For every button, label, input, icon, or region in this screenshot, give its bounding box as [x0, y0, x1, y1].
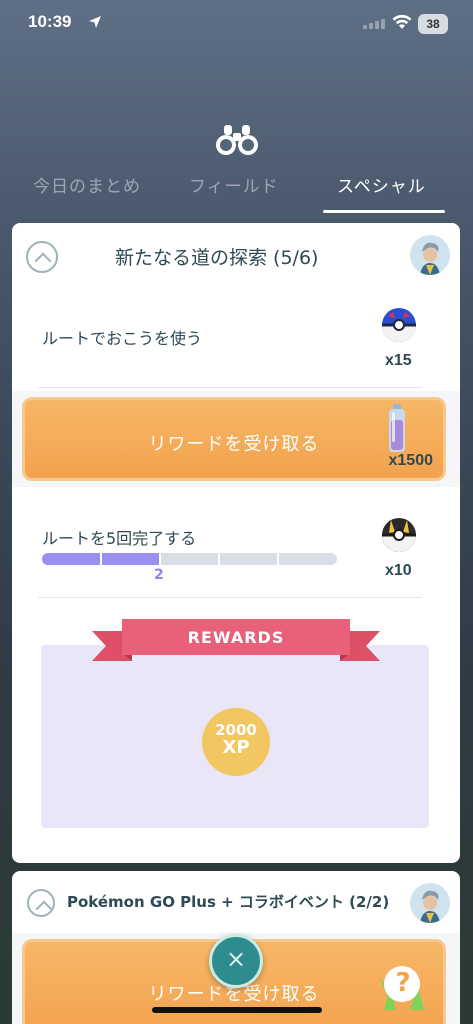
active-tab-indicator	[323, 210, 445, 213]
tab-bar: 今日のまとめ フィールド スペシャル	[0, 168, 473, 213]
xp-reward-badge: 2000 XP	[202, 708, 270, 776]
claim-reward-label: リワードを受け取る	[148, 434, 320, 455]
tab-special[interactable]: スペシャル	[337, 172, 426, 197]
signal-icon	[363, 19, 385, 29]
research-card: 新たなる道の探索 (5/6) ルートでおこうを使う x15 リワードを受け取る	[12, 223, 460, 863]
rewards-banner-label: REWARDS	[187, 628, 285, 647]
progress-bar	[42, 553, 337, 565]
status-time: 10:39	[28, 12, 72, 31]
professor-avatar	[410, 883, 450, 923]
research-title: Pokémon GO Plus + コラボイベント (2/2)	[67, 893, 390, 911]
xp-unit: XP	[222, 737, 250, 758]
reward-count: x10	[385, 562, 412, 579]
professor-icon	[410, 883, 450, 923]
home-indicator	[152, 1007, 322, 1013]
claim-reward-count: x1500	[388, 452, 434, 469]
progress-value: 2	[154, 567, 164, 583]
location-arrow-icon	[89, 16, 101, 28]
research-title: 新たなる道の探索 (5/6)	[115, 247, 319, 269]
tab-field[interactable]: フィールド	[189, 172, 279, 197]
help-label: ?	[395, 968, 411, 998]
close-button[interactable]: ×	[209, 934, 263, 988]
great-ball-icon	[382, 308, 416, 342]
professor-icon	[410, 235, 450, 275]
ultra-ball-icon	[382, 518, 416, 552]
task-label: ルートを5回完了する	[42, 529, 197, 548]
collapse-button[interactable]	[26, 241, 58, 273]
progress-tick	[100, 553, 102, 565]
task-label: ルートでおこうを使う	[42, 329, 203, 348]
status-bar: 10:39 38	[0, 0, 473, 50]
binoculars-icon	[216, 125, 258, 155]
claim-band: リワードを受け取る x1500	[12, 391, 460, 487]
progress-tick	[159, 553, 161, 565]
progress-tick	[218, 553, 220, 565]
potion-icon	[389, 404, 405, 452]
divider	[38, 597, 422, 598]
close-icon: ×	[225, 945, 247, 973]
claim-reward-button[interactable]: リワードを受け取る x1500	[22, 397, 446, 481]
wifi-icon	[392, 14, 412, 29]
divider	[38, 387, 422, 388]
collapse-button[interactable]	[27, 889, 55, 917]
tab-summary[interactable]: 今日のまとめ	[33, 172, 141, 197]
xp-amount: 2000	[215, 721, 257, 739]
progress-tick	[277, 553, 279, 565]
battery-icon: 38	[418, 14, 448, 34]
professor-avatar	[410, 235, 450, 275]
reward-count: x15	[385, 352, 412, 369]
